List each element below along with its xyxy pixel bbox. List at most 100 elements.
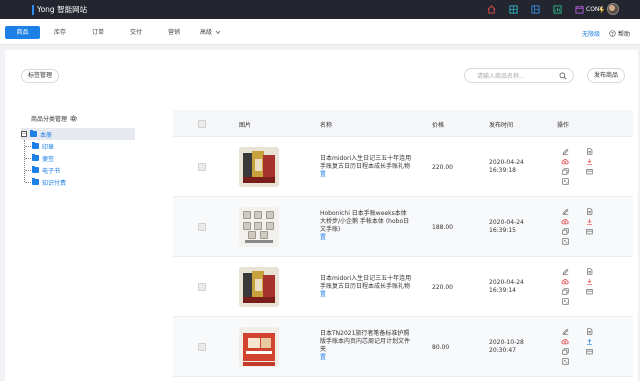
layout-icon[interactable] (524, 4, 546, 15)
card-icon[interactable] (585, 348, 593, 355)
card-icon[interactable] (585, 168, 593, 175)
download-icon[interactable] (585, 278, 593, 285)
copy-icon[interactable] (561, 228, 569, 235)
publish-clock: 16:39:14 (489, 287, 516, 294)
pin-tag[interactable]: 置 (320, 171, 412, 179)
row-checkbox[interactable] (198, 163, 206, 171)
folder-icon (32, 142, 39, 149)
document-icon[interactable] (585, 268, 593, 275)
download-icon[interactable] (585, 218, 593, 225)
gear-icon[interactable] (70, 115, 77, 122)
tree-item-ebooks[interactable]: 电子书 (21, 164, 141, 176)
publish-time: 2020-04-24 16:39:14 (489, 279, 524, 295)
collapse-icon[interactable]: − (21, 131, 27, 137)
tree-item-label: 电子书 (42, 167, 61, 175)
chart-icon[interactable] (546, 4, 568, 15)
product-table: 图片 名称 价格 发布时间 操作 日本midori入生日记三五十年连用手账复古日… (173, 110, 633, 377)
row-checkbox[interactable] (198, 283, 206, 291)
cloud-upload-icon[interactable] (561, 158, 569, 165)
qrcode-icon[interactable] (561, 178, 569, 185)
document-icon[interactable] (585, 328, 593, 335)
qrcode-icon[interactable] (561, 238, 569, 245)
product-price: 188.00 (432, 224, 453, 231)
tree-item-root[interactable]: − 本册 (21, 128, 135, 140)
card-icon[interactable] (585, 288, 593, 295)
tab-orders[interactable]: 订单 (86, 26, 110, 39)
globe-icon[interactable] (502, 4, 524, 15)
card-icon[interactable] (585, 228, 593, 235)
copy-icon[interactable] (561, 348, 569, 355)
row-checkbox[interactable] (198, 223, 206, 231)
table-row: 日本midori入生日记三五十年连用手账复古日历日程本成长手账礼物 置 220.… (173, 137, 633, 197)
home-icon[interactable] (480, 4, 502, 15)
help-label: 帮助 (618, 31, 631, 38)
row-checkbox[interactable] (198, 343, 206, 351)
tab-marketing[interactable]: 营销 (162, 26, 186, 39)
avatar[interactable] (607, 3, 620, 15)
copy-icon[interactable] (561, 168, 569, 175)
copy-icon[interactable] (561, 288, 569, 295)
edit-icon[interactable] (561, 208, 569, 215)
tab-delivery[interactable]: 交付 (124, 26, 148, 39)
folder-icon (32, 166, 39, 173)
product-name[interactable]: Hobonichi 日本手账weeks本体 大桥步/小企鹅 手帐本体 (hobo… (320, 210, 412, 242)
header-ops: 操作 (557, 122, 570, 129)
search-icon[interactable] (559, 72, 567, 82)
download-icon[interactable] (585, 158, 593, 165)
edit-icon[interactable] (561, 148, 569, 155)
edit-icon[interactable] (561, 328, 569, 335)
publish-date: 2020-04-24 (489, 279, 524, 286)
document-icon[interactable] (585, 148, 593, 155)
tree-item-notes[interactable]: 便签 (21, 152, 141, 164)
qrcode-icon[interactable] (561, 358, 569, 365)
help-link[interactable]: 帮助 (609, 29, 630, 38)
header-name: 名称 (320, 122, 333, 129)
row-actions (561, 148, 593, 185)
pin-tag[interactable]: 置 (320, 354, 412, 362)
tree-item-paid[interactable]: 知识付费 (21, 176, 141, 188)
upload-icon[interactable] (585, 338, 593, 345)
table-row: 日本TN2021旅行者笔备标准护照版手账本内页内芯周记月计划文件夹 置 80.0… (173, 317, 633, 377)
cloud-upload-icon[interactable] (561, 278, 569, 285)
qrcode-icon[interactable] (561, 298, 569, 305)
edit-icon[interactable] (561, 268, 569, 275)
product-name-text: 日本midori入生日记三五十年连用手账复古日历日程本成长手账礼物 (320, 155, 412, 170)
product-name[interactable]: 日本midori入生日记三五十年连用手账复古日历日程本成长手账礼物 置 (320, 275, 412, 299)
document-icon[interactable] (585, 208, 593, 215)
category-tree: − 本册 印章 便签 电子书 知识付费 (21, 128, 141, 188)
pin-tag[interactable]: 置 (320, 234, 412, 242)
header-image: 图片 (239, 122, 252, 129)
product-image[interactable] (239, 267, 279, 307)
publish-product-button[interactable]: 发布商品 (587, 68, 625, 83)
publish-time: 2020-04-24 16:39:15 (489, 219, 524, 235)
product-image[interactable] (239, 327, 279, 367)
header-price: 价格 (432, 122, 445, 129)
tab-advanced[interactable]: 高级 (200, 26, 224, 39)
publish-date: 2020-10-28 (489, 339, 524, 346)
tab-products[interactable]: 商品 (5, 26, 40, 39)
tab-inventory[interactable]: 库存 (48, 26, 72, 39)
product-image[interactable] (239, 147, 279, 187)
product-name-text: 日本midori入生日记三五十年连用手账复古日历日程本成长手账礼物 (320, 275, 412, 290)
tree-item-stamps[interactable]: 印章 (21, 140, 141, 152)
pin-tag[interactable]: 置 (320, 291, 412, 299)
row-actions (561, 208, 593, 245)
chevron-down-icon (215, 30, 221, 35)
search-input[interactable] (477, 72, 557, 81)
cloud-upload-icon[interactable] (561, 338, 569, 345)
select-all-checkbox[interactable] (198, 120, 206, 128)
product-name-text: Hobonichi 日本手账weeks本体 大桥步/小企鹅 手帐本体 (hobo… (320, 210, 410, 233)
product-name[interactable]: 日本midori入生日记三五十年连用手账复古日历日程本成长手账礼物 置 (320, 155, 412, 179)
product-image[interactable] (239, 207, 279, 247)
brand-logo[interactable]: Yong 智能网站 (32, 4, 87, 15)
search-box (464, 68, 574, 83)
tag-manage-button[interactable]: 标签管理 (21, 69, 59, 83)
tree-branch (25, 145, 31, 147)
permission-link[interactable]: 无限级 (582, 29, 600, 38)
product-name-text: 日本TN2021旅行者笔备标准护照版手账本内页内芯周记月计划文件夹 (320, 330, 411, 353)
cloud-upload-icon[interactable] (561, 218, 569, 225)
user-menu[interactable]: CONY (586, 3, 620, 15)
publish-time: 2020-10-28 20:30:47 (489, 339, 524, 355)
tree-item-label: 印章 (42, 143, 55, 151)
product-name[interactable]: 日本TN2021旅行者笔备标准护照版手账本内页内芯周记月计划文件夹 置 (320, 330, 412, 362)
